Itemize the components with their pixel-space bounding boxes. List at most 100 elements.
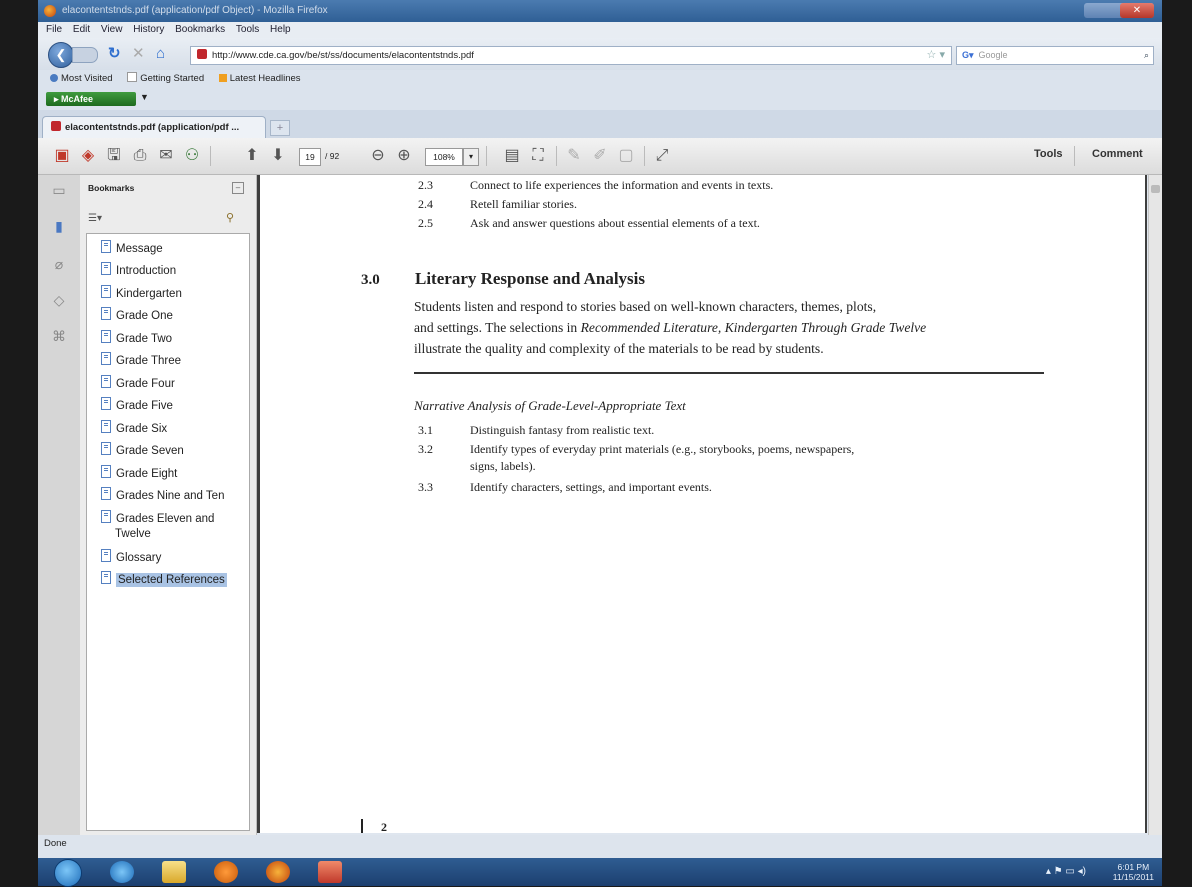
bookmark-item[interactable]: Grade Seven: [101, 442, 184, 457]
next-page-icon[interactable]: ⬇: [268, 146, 288, 166]
bookmark-getting-started[interactable]: Getting Started: [127, 72, 204, 84]
bookmark-page-icon: [101, 375, 111, 388]
google-icon[interactable]: G▾: [962, 47, 974, 64]
close-panel-icon[interactable]: –: [232, 182, 244, 194]
mcafee-dropdown-icon[interactable]: ▼: [140, 92, 149, 102]
firefox-taskbar-icon[interactable]: [266, 861, 290, 883]
bookmark-item[interactable]: Grade Two: [101, 330, 172, 345]
save-icon[interactable]: 🖫: [104, 146, 124, 166]
reload-icon[interactable]: ↻: [108, 45, 121, 63]
sign-icon[interactable]: ✎: [564, 146, 584, 166]
bookmark-item[interactable]: Grade Six: [101, 420, 167, 435]
bookmark-options-icon[interactable]: ☰▾: [88, 213, 102, 224]
zoom-dropdown-icon[interactable]: ▾: [463, 148, 479, 166]
menu-help[interactable]: Help: [270, 24, 291, 35]
page-total: / 92: [325, 151, 340, 161]
search-input[interactable]: G▾ Google ⌕: [956, 46, 1154, 65]
site-favicon-icon: [197, 49, 207, 59]
model-tree-icon[interactable]: ⌘: [50, 327, 68, 345]
bookmark-item[interactable]: Grade Three: [101, 352, 181, 367]
stop-icon[interactable]: ✕: [132, 45, 145, 63]
comment-note-icon[interactable]: ▢: [616, 146, 636, 166]
bookmark-page-icon: [101, 465, 111, 478]
bookmark-item-continued[interactable]: Twelve: [115, 528, 151, 540]
bookmark-page-icon: [101, 307, 111, 320]
create-pdf-icon[interactable]: ▣: [52, 146, 72, 166]
page-number-field[interactable]: 19: [299, 148, 321, 166]
fullscreen-icon[interactable]: ⤢: [652, 146, 672, 166]
bookmark-item[interactable]: Grade Four: [101, 375, 175, 390]
address-bar[interactable]: http://www.cde.ca.gov/be/st/ss/documents…: [190, 46, 952, 65]
page-number: 2: [381, 820, 387, 833]
email-icon[interactable]: ✉: [156, 146, 176, 166]
menu-edit[interactable]: Edit: [73, 24, 90, 35]
menu-bookmarks[interactable]: Bookmarks: [175, 24, 225, 35]
fit-page-icon[interactable]: ▤: [502, 146, 522, 166]
combine-files-icon[interactable]: ◈: [78, 146, 98, 166]
bookmark-item[interactable]: Grade Five: [101, 397, 173, 412]
zoom-field[interactable]: 108%: [425, 148, 463, 166]
collaborate-icon[interactable]: ⚇: [182, 146, 202, 166]
mcafee-button[interactable]: ▸ McAfee: [46, 92, 136, 106]
item-number: 3.2: [418, 442, 433, 456]
close-window-button[interactable]: ✕: [1120, 3, 1154, 18]
clock[interactable]: 6:01 PM 11/15/2011: [1113, 862, 1154, 882]
tools-button[interactable]: Tools: [1034, 148, 1063, 160]
vertical-scrollbar[interactable]: [1148, 175, 1162, 835]
bookmark-item[interactable]: Glossary: [101, 549, 161, 564]
italic-title: Recommended Literature, Kindergarten Thr…: [580, 320, 927, 335]
bookmarks-icon[interactable]: ▮: [50, 217, 68, 235]
bookmark-item[interactable]: Grades Nine and Ten: [101, 487, 224, 502]
status-text: Done: [44, 838, 67, 849]
section-body-line: and settings. The selections in Recommen…: [414, 320, 927, 335]
menu-tools[interactable]: Tools: [236, 24, 259, 35]
fit-width-icon[interactable]: ⛶: [528, 146, 548, 166]
bookmark-star-icon[interactable]: ☆ ▾: [927, 47, 945, 64]
document-viewport[interactable]: 2.3 Connect to life experiences the info…: [257, 175, 1147, 833]
section-body-line: illustrate the quality and complexity of…: [414, 341, 824, 356]
firefox-icon: [44, 5, 56, 17]
bookmark-item[interactable]: Grades Eleven and: [101, 510, 214, 525]
bookmark-item[interactable]: Introduction: [101, 262, 176, 277]
bookmark-item[interactable]: Kindergarten: [101, 285, 182, 300]
page-thumbnails-icon[interactable]: ▭: [50, 181, 68, 199]
forward-button[interactable]: [72, 47, 98, 63]
file-explorer-icon[interactable]: [162, 861, 186, 883]
bookmark-item[interactable]: Message: [101, 240, 163, 255]
item-text: Ask and answer questions about essential…: [470, 216, 760, 230]
menu-history[interactable]: History: [133, 24, 164, 35]
new-tab-button[interactable]: +: [270, 120, 290, 136]
scrollbar-thumb[interactable]: [1151, 185, 1160, 193]
bookmark-item-selected[interactable]: Selected References: [101, 571, 227, 587]
bookmarks-panel: Bookmarks – ☰▾ ⚲ Message Introduction Ki…: [80, 175, 257, 835]
previous-page-icon[interactable]: ⬆: [242, 146, 262, 166]
home-icon[interactable]: ⌂: [156, 45, 165, 63]
attachments-icon[interactable]: ⌀: [50, 255, 68, 273]
bookmark-item[interactable]: Grade Eight: [101, 465, 177, 480]
menu-file[interactable]: File: [46, 24, 62, 35]
zoom-out-icon[interactable]: ⊖: [368, 146, 388, 166]
layers-icon[interactable]: ◇: [50, 291, 68, 309]
internet-explorer-icon[interactable]: [110, 861, 134, 883]
search-icon[interactable]: ⌕: [1144, 47, 1149, 64]
find-bookmark-icon[interactable]: ⚲: [226, 211, 234, 224]
print-icon[interactable]: ⎙: [130, 146, 150, 166]
zoom-in-icon[interactable]: ⊕: [394, 146, 414, 166]
tab-pdf[interactable]: elacontentstnds.pdf (application/pdf ...: [42, 116, 266, 139]
bookmark-latest-headlines[interactable]: Latest Headlines: [218, 73, 301, 84]
section-body-line: Students listen and respond to stories b…: [414, 299, 877, 314]
media-player-icon[interactable]: [214, 861, 238, 883]
bookmark-item[interactable]: Grade One: [101, 307, 173, 322]
bookmark-most-visited[interactable]: Most Visited: [50, 73, 113, 84]
back-button[interactable]: ❮: [48, 42, 74, 68]
menu-view[interactable]: View: [101, 24, 123, 35]
item-text: Identify types of everyday print materia…: [470, 442, 855, 456]
pdf-page: 2.3 Connect to life experiences the info…: [260, 175, 1145, 833]
clock-date: 11/15/2011: [1112, 872, 1154, 882]
powerpoint-icon[interactable]: [318, 861, 342, 883]
tray-icons[interactable]: ▴ ⚑ ▭ ◂): [1046, 866, 1086, 877]
start-button[interactable]: [54, 859, 82, 887]
highlight-icon[interactable]: ✐: [590, 146, 610, 166]
section-title: Literary Response and Analysis: [415, 269, 645, 288]
comment-button[interactable]: Comment: [1092, 148, 1143, 160]
